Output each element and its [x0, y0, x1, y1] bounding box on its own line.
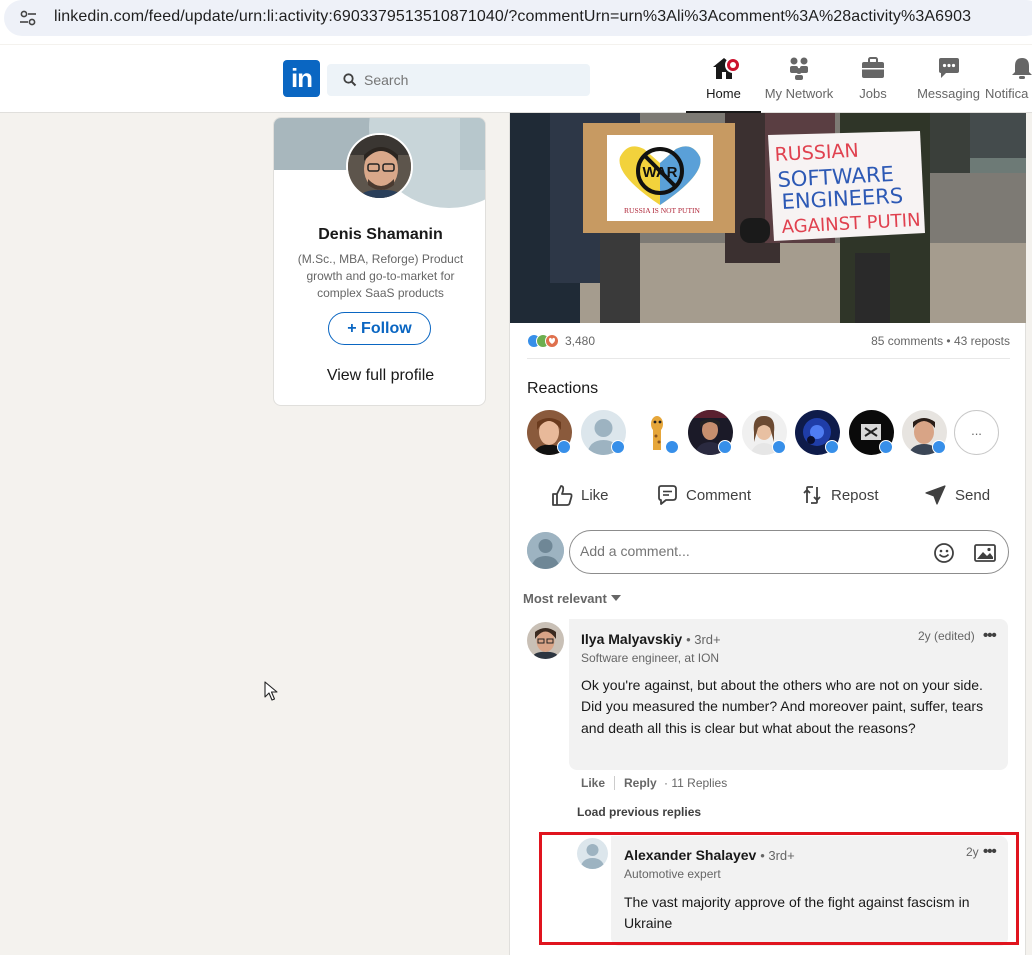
- like-badge: [665, 440, 679, 454]
- comment-text: Ok you're against, but about the others …: [581, 677, 984, 736]
- more-reactors-button[interactable]: ...: [954, 410, 999, 455]
- social-counts: 3,480 85 comments • 43 reposts: [527, 332, 1010, 352]
- nav-home[interactable]: Home: [686, 55, 761, 113]
- nav-notifications-label: Notifica: [985, 86, 1029, 101]
- notification-badge: [725, 57, 741, 73]
- divider: [527, 358, 1010, 359]
- like-label: Like: [581, 486, 609, 504]
- bell-icon: [1012, 58, 1032, 79]
- comment-reply-button[interactable]: Reply: [624, 776, 657, 790]
- repost-icon: [803, 486, 821, 504]
- sign-war-text: WAR: [643, 164, 678, 181]
- repost-label: Repost: [831, 486, 879, 504]
- post-action-bar: Like Comment Repost Send: [527, 478, 1010, 512]
- send-icon: [925, 485, 946, 505]
- current-user-avatar: [527, 532, 564, 569]
- nav-messaging-label: Messaging: [917, 86, 980, 101]
- address-field[interactable]: linkedin.com/feed/update/urn:li:activity…: [4, 0, 1032, 36]
- reactor-avatar[interactable]: [902, 410, 947, 455]
- comment-label: Comment: [686, 486, 752, 504]
- repost-button[interactable]: Repost: [800, 478, 879, 512]
- like-badge: [932, 440, 946, 454]
- network-icon: [790, 57, 808, 80]
- replies-count[interactable]: · 11 Replies: [664, 776, 727, 790]
- send-button[interactable]: Send: [924, 478, 990, 512]
- like-badge: [718, 440, 732, 454]
- send-label: Send: [955, 486, 991, 504]
- view-full-profile-link[interactable]: View full profile: [274, 367, 485, 385]
- comment-icon: [658, 485, 677, 505]
- author-headline: (M.Sc., MBA, Reforge) Product growth and…: [297, 252, 464, 300]
- like-badge: [772, 440, 786, 454]
- nav-network-label: My Network: [764, 86, 834, 101]
- linkedin-logo[interactable]: in: [283, 60, 320, 97]
- commenter-name-text: Ilya Malyavskiy: [581, 631, 683, 647]
- comment-like-button[interactable]: Like: [581, 776, 605, 790]
- post-image[interactable]: WAR RUSSIA IS NOT PUTIN RUSSIAN SOFTWARE…: [510, 113, 1026, 323]
- sign-russia-not-putin-text: RUSSIA IS NOT PUTIN: [624, 206, 700, 215]
- mouse-cursor-icon: [264, 681, 278, 701]
- nav-my-network[interactable]: My Network: [762, 55, 836, 113]
- like-button[interactable]: Like: [550, 478, 609, 512]
- like-badge: [557, 440, 571, 454]
- load-previous-replies-link[interactable]: Load previous replies: [577, 805, 701, 819]
- reaction-icons[interactable]: [527, 333, 567, 349]
- emoji-icon[interactable]: [933, 542, 955, 564]
- jobs-icon: [862, 57, 884, 78]
- reactor-avatar[interactable]: [849, 410, 894, 455]
- reaction-count[interactable]: 3,480: [565, 334, 595, 348]
- nav-jobs-label: Jobs: [859, 86, 887, 101]
- reactor-avatar[interactable]: [527, 410, 572, 455]
- sort-label: Most relevant: [523, 591, 607, 606]
- comment-composer[interactable]: [569, 530, 1009, 574]
- search-box[interactable]: [327, 64, 590, 96]
- comment-button[interactable]: Comment: [655, 478, 751, 512]
- comment-actions: Like Reply · 11 Replies: [581, 776, 727, 790]
- photo-icon[interactable]: [974, 543, 996, 563]
- messaging-icon: [938, 58, 959, 78]
- site-settings-icon[interactable]: [18, 8, 38, 28]
- commenter-headline: Software engineer, at ION: [581, 651, 720, 665]
- follow-button[interactable]: + Follow: [328, 312, 431, 345]
- author-avatar[interactable]: [346, 133, 413, 200]
- like-badge: [611, 440, 625, 454]
- like-icon: [552, 485, 573, 506]
- browser-url-bar: linkedin.com/feed/update/urn:li:activity…: [0, 0, 1032, 44]
- reactions-title: Reactions: [527, 380, 599, 397]
- author-name[interactable]: Denis Shamanin: [274, 226, 485, 244]
- reactor-avatar[interactable]: [581, 410, 626, 455]
- comments-reposts-count[interactable]: 85 comments • 43 reposts: [871, 334, 1010, 348]
- comment-input[interactable]: [580, 543, 880, 559]
- nav-home-label: Home: [706, 86, 741, 101]
- author-profile-card: Denis Shamanin (M.Sc., MBA, Reforge) Pro…: [273, 117, 486, 406]
- post-detail: WAR RUSSIA IS NOT PUTIN RUSSIAN SOFTWARE…: [509, 113, 1026, 955]
- reactor-avatar[interactable]: [795, 410, 840, 455]
- like-badge: [879, 440, 893, 454]
- url-text[interactable]: linkedin.com/feed/update/urn:li:activity…: [54, 8, 971, 26]
- like-badge: [825, 440, 839, 454]
- comment-more-icon[interactable]: •••: [983, 627, 997, 644]
- comment-bubble: Ilya Malyavskiy • 3rd+ Software engineer…: [569, 619, 1008, 770]
- linkedin-header: in Home My Network Jobs: [0, 45, 1032, 113]
- nav-messaging[interactable]: Messaging: [915, 55, 982, 113]
- caret-down-icon: [610, 595, 621, 601]
- connection-degree: • 3rd+: [686, 632, 721, 647]
- commenter-name[interactable]: Ilya Malyavskiy • 3rd+: [581, 631, 721, 647]
- highlight-annotation: [539, 832, 1019, 945]
- search-input[interactable]: [364, 72, 564, 88]
- comment-timestamp: 2y (edited): [918, 629, 975, 643]
- sort-dropdown[interactable]: Most relevant: [523, 591, 621, 606]
- reactor-avatar[interactable]: [635, 410, 680, 455]
- sign-line-1: RUSSIAN: [774, 140, 859, 166]
- nav-jobs[interactable]: Jobs: [845, 55, 901, 113]
- reactor-avatar[interactable]: [742, 410, 787, 455]
- commenter-avatar[interactable]: [527, 622, 564, 659]
- nav-notifications[interactable]: Notifica: [985, 55, 1032, 113]
- reactor-avatar[interactable]: [688, 410, 733, 455]
- search-icon: [343, 73, 357, 87]
